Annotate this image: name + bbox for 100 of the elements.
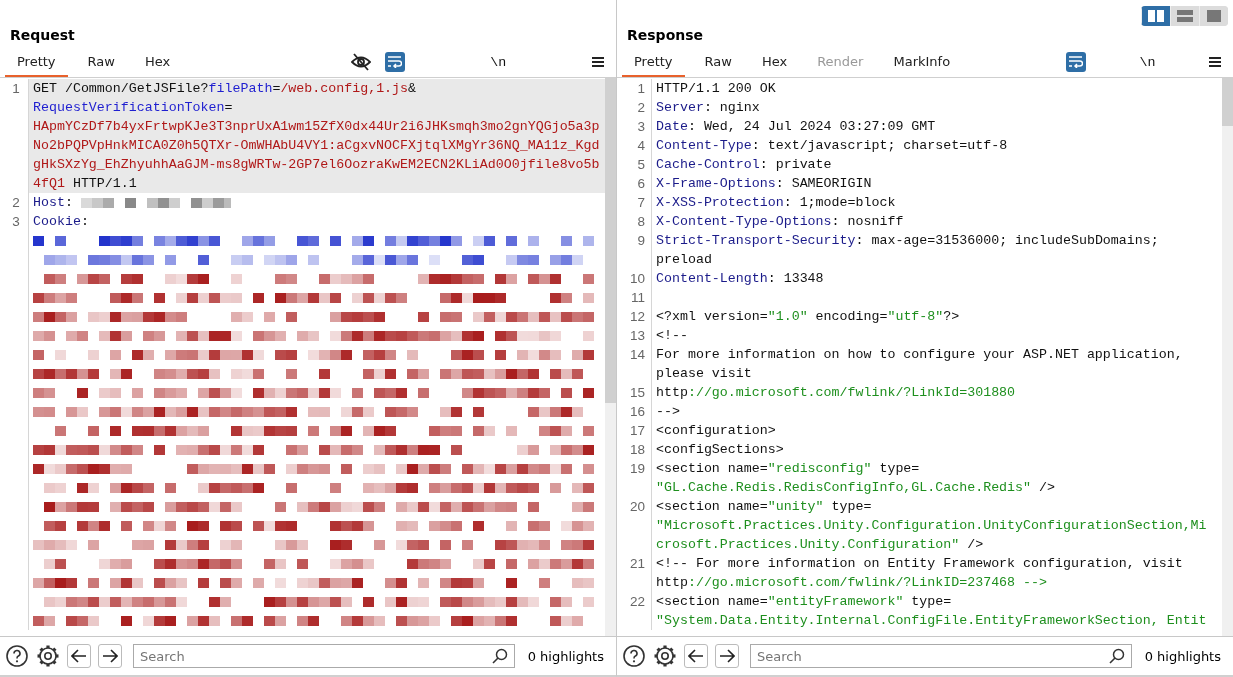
line-number: 18 — [629, 442, 645, 457]
newline-toggle[interactable]: \n — [418, 52, 574, 72]
line-number: 22 — [629, 594, 645, 609]
tab[interactable]: Raw — [694, 47, 742, 77]
back-button[interactable] — [684, 644, 708, 668]
code-line: Content-Type: text/javascript; charset=utf-8 — [656, 137, 1008, 155]
help-icon[interactable] — [5, 644, 29, 668]
code-line: HApmYCzDf7b4yxFrtwpKJe3T3nprUxA1wm15ZfX0dx44Ur2i6JHKsmqh3mo2gnYQGjo5a3p — [33, 118, 600, 136]
search-field[interactable]: Search — [750, 644, 1132, 668]
line-number: 3 — [637, 119, 645, 134]
code-line: <section name="redisconfig" type= — [656, 460, 920, 478]
settings-icon[interactable] — [36, 644, 60, 668]
scrollbar[interactable] — [1222, 78, 1233, 636]
right-arrow-icon — [102, 649, 118, 663]
settings-icon[interactable] — [653, 644, 677, 668]
line-number: 19 — [629, 461, 645, 476]
code-line: please visit — [656, 365, 752, 383]
rows-icon — [1177, 10, 1193, 22]
search-field[interactable]: Search — [133, 644, 515, 668]
search-icon[interactable] — [492, 648, 508, 664]
back-button[interactable] — [67, 644, 91, 668]
help-icon[interactable] — [622, 644, 646, 668]
newline-toggle[interactable]: \n — [1100, 52, 1191, 72]
panel-title: Response — [626, 26, 705, 45]
line-number: 1 — [637, 81, 645, 96]
panel-title: Request — [9, 26, 76, 45]
code-line: Host: — [33, 194, 74, 212]
code-line: <configSections> — [656, 441, 784, 459]
scrollbar[interactable] — [605, 78, 616, 636]
word-wrap-button[interactable] — [1066, 52, 1087, 72]
forward-button[interactable] — [715, 644, 739, 668]
scrollbar-thumb[interactable] — [605, 78, 616, 403]
line-number: 1 — [12, 81, 20, 96]
line-number: 9 — [637, 233, 645, 248]
single-pane-layout-button[interactable] — [1199, 6, 1228, 26]
code-line: <configuration> — [656, 422, 776, 440]
code-line: HTTP/1.1 200 OK — [656, 80, 776, 98]
line-number: 5 — [637, 157, 645, 172]
line-number: 10 — [629, 271, 645, 286]
code-line: http://go.microsoft.com/fwlink/?LinkID=237468 --> — [656, 574, 1047, 592]
eye-off-icon[interactable] — [350, 52, 371, 72]
line-number: 2 — [637, 100, 645, 115]
line-number: 7 — [637, 195, 645, 210]
code-line: X-Frame-Options: SAMEORIGIN — [656, 175, 872, 193]
line-number: 17 — [629, 423, 645, 438]
code-line: <!-- For more information on Entity Framework configuration, visit — [656, 555, 1183, 573]
code-line: GET /Common/GetJSFile?filePath=/web.config,1.js& — [33, 80, 417, 98]
line-number: 16 — [629, 404, 645, 419]
code-line: For more information on how to configure your ASP.NET application, — [656, 346, 1183, 364]
left-arrow-icon — [688, 649, 704, 663]
line-number: 14 — [629, 347, 645, 362]
code-line: No2bPQPVpHnkMICA0Z0h5QTXr-OmWHAbU4VY1:aCgxvNOCFXjtqlXMgYr36NQ_MA11z_Kgd — [33, 137, 600, 155]
code-line: <section name="entityFramework" type= — [656, 593, 952, 611]
line-number: 20 — [629, 499, 645, 514]
code-line: Strict-Transport-Security: max-age=31536000; includeSubDomains; — [656, 232, 1159, 250]
tab[interactable]: MarkInfo — [883, 47, 961, 77]
side-by-side-layout-button[interactable] — [1141, 6, 1170, 26]
square-icon — [1206, 10, 1222, 22]
right-arrow-icon — [719, 649, 735, 663]
search-icon[interactable] — [1109, 648, 1125, 664]
code-line: preload — [656, 251, 712, 269]
scrollbar-thumb[interactable] — [1222, 78, 1233, 126]
code-line: Cookie: — [33, 213, 89, 231]
line-number: 21 — [629, 556, 645, 571]
tab[interactable]: Raw — [77, 47, 125, 77]
tab[interactable]: Hex — [134, 47, 181, 77]
code-line: <section name="unity" type= — [656, 498, 872, 516]
code-line: X-Content-Type-Options: nosniff — [656, 213, 904, 231]
code-line: gHkSXzYg_EhZhyuhhAaGJM-ms8gWRTw-2GP7el6OozraKwEM2ECN2KLiAd0O0jfile8vo5b — [33, 156, 600, 174]
code-line: Date: Wed, 24 Jul 2024 03:27:09 GMT — [656, 118, 936, 136]
word-wrap-button[interactable] — [384, 52, 405, 72]
forward-button[interactable] — [98, 644, 122, 668]
highlights-count: 0 highlights — [527, 648, 605, 664]
code-line: crosoft.Practices.Unity.Configuration" /> — [656, 536, 984, 554]
code-line: Cache-Control: private — [656, 156, 832, 174]
code-line: RequestVerificationToken= — [33, 99, 233, 117]
tab[interactable]: Pretty — [622, 47, 685, 77]
code-line: X-XSS-Protection: 1;mode=block — [656, 194, 896, 212]
line-number: 13 — [629, 328, 645, 343]
code-line: <!-- — [656, 327, 688, 345]
code-line: 4fQ1 HTTP/1.1 — [33, 175, 137, 193]
code-line: Server: nginx — [656, 99, 760, 117]
code-line: "GL.Cache.Redis.RedisConfigInfo,GL.Cache.Redis" /> — [656, 479, 1055, 497]
line-number: 12 — [629, 309, 645, 324]
line-number: 15 — [629, 385, 645, 400]
line-number: 3 — [12, 214, 20, 229]
code-line: http://go.microsoft.com/fwlink/?LinkId=301880 — [656, 384, 1016, 402]
columns-icon — [1148, 10, 1164, 22]
code-line: "System.Data.Entity.Internal.ConfigFile.EntityFrameworkSection, Entit — [656, 612, 1207, 630]
code-line: Content-Length: 13348 — [656, 270, 824, 288]
tab[interactable]: Pretty — [5, 47, 68, 77]
line-number: 6 — [637, 176, 645, 191]
highlights-count: 0 highlights — [1144, 648, 1222, 664]
line-number: 4 — [637, 138, 645, 153]
tab[interactable]: Hex — [751, 47, 798, 77]
left-arrow-icon — [71, 649, 87, 663]
line-number: 2 — [12, 195, 20, 210]
line-number: 11 — [631, 290, 645, 305]
code-line: <?xml version="1.0" encoding="utf-8"?> — [656, 308, 960, 326]
code-line: --> — [656, 403, 680, 421]
